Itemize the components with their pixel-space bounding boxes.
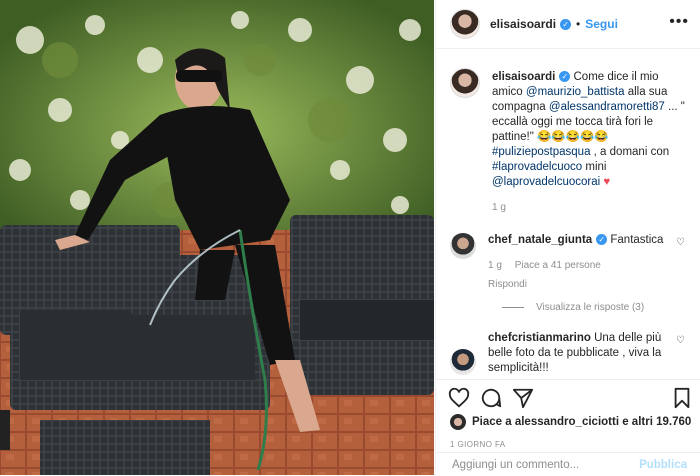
comment-body: chef_natale_giunta ✓ Fantastica 1 g Piace…: [488, 233, 687, 292]
mention-link[interactable]: @alessandramoretti87: [549, 101, 665, 113]
comment-composer: Pubblica: [436, 452, 700, 476]
replies-divider: [502, 307, 524, 308]
caption-meta: 1 g: [492, 200, 687, 215]
post-time[interactable]: 1 GIORNO FA: [450, 440, 506, 449]
separator-dot: •: [576, 17, 581, 31]
heart-emoji: ♥: [603, 176, 611, 188]
comment-item: chefcristianmarino Una delle più belle f…: [436, 329, 700, 376]
caption-body: elisaisoardi ✓ Come dice il mio amico @ma…: [492, 70, 687, 215]
heart-icon[interactable]: [448, 387, 470, 409]
author-avatar[interactable]: [450, 9, 480, 39]
reply-button[interactable]: Rispondi: [488, 277, 687, 292]
mention-link[interactable]: @laprovadelcuocorai: [492, 176, 600, 188]
photo-illustration: [0, 0, 434, 475]
comment-like-icon[interactable]: ♡: [676, 335, 685, 346]
author-username[interactable]: elisaisoardi: [490, 17, 556, 31]
mention-link[interactable]: @maurizio_battista: [526, 86, 625, 98]
comment-like-icon[interactable]: ♡: [676, 237, 685, 248]
comments-section[interactable]: elisaisoardi ✓ Come dice il mio amico @ma…: [436, 60, 700, 378]
view-replies-label: Visualizza le risposte (3): [536, 302, 645, 313]
view-replies-button[interactable]: Visualizza le risposte (3): [436, 302, 700, 313]
bookmark-icon[interactable]: [672, 387, 692, 409]
likes-text: Piace a alessandro_ciciotti e altri 19.7…: [472, 416, 692, 428]
comment-meta: 1 g Piace a 41 persone Rispondi: [488, 258, 687, 292]
post-sidebar: elisaisoardi ✓ • Segui ••• elisaisoardi ✓…: [435, 0, 700, 475]
likes-summary[interactable]: Piace a alessandro_ciciotti e altri 19.7…: [450, 414, 691, 430]
verified-icon: ✓: [559, 71, 571, 83]
comment-icon[interactable]: [480, 387, 502, 409]
hashtag-link[interactable]: #laprovadelcuoco: [492, 161, 582, 173]
commenter-avatar[interactable]: [450, 349, 476, 375]
comment-body: chefcristianmarino Una delle più belle f…: [488, 331, 687, 376]
comment-input[interactable]: [450, 457, 640, 472]
commenter-username[interactable]: chefcristianmarino: [488, 332, 591, 344]
action-bar: [436, 379, 700, 416]
verified-icon: ✓: [596, 234, 608, 246]
publish-button[interactable]: Pubblica: [639, 459, 687, 471]
caption-avatar[interactable]: [450, 68, 480, 98]
comment-item: chef_natale_giunta ✓ Fantastica 1 g Piace…: [436, 231, 700, 292]
caption-username[interactable]: elisaisoardi: [492, 71, 555, 83]
comment-text: Fantastica: [610, 234, 664, 246]
commenter-username[interactable]: chef_natale_giunta: [488, 234, 592, 246]
caption-text-4: , a domani con: [593, 146, 670, 158]
commenter-avatar[interactable]: [450, 233, 476, 259]
liker-avatar: [450, 414, 466, 430]
comment-likes[interactable]: Piace a 41 persone: [515, 260, 601, 271]
more-options-icon[interactable]: •••: [669, 13, 689, 31]
hashtag-link[interactable]: #puliziepostpasqua: [492, 146, 590, 158]
share-icon[interactable]: [512, 387, 534, 409]
caption-time[interactable]: 1 g: [492, 202, 506, 213]
post-photo[interactable]: [0, 0, 434, 475]
comment-time[interactable]: 1 g: [488, 260, 502, 271]
caption-text-5: mini: [585, 161, 607, 173]
caption: elisaisoardi ✓ Come dice il mio amico @ma…: [436, 60, 700, 215]
verified-icon: ✓: [560, 18, 572, 30]
follow-button[interactable]: Segui: [585, 17, 618, 31]
post-header: elisaisoardi ✓ • Segui •••: [436, 0, 700, 49]
